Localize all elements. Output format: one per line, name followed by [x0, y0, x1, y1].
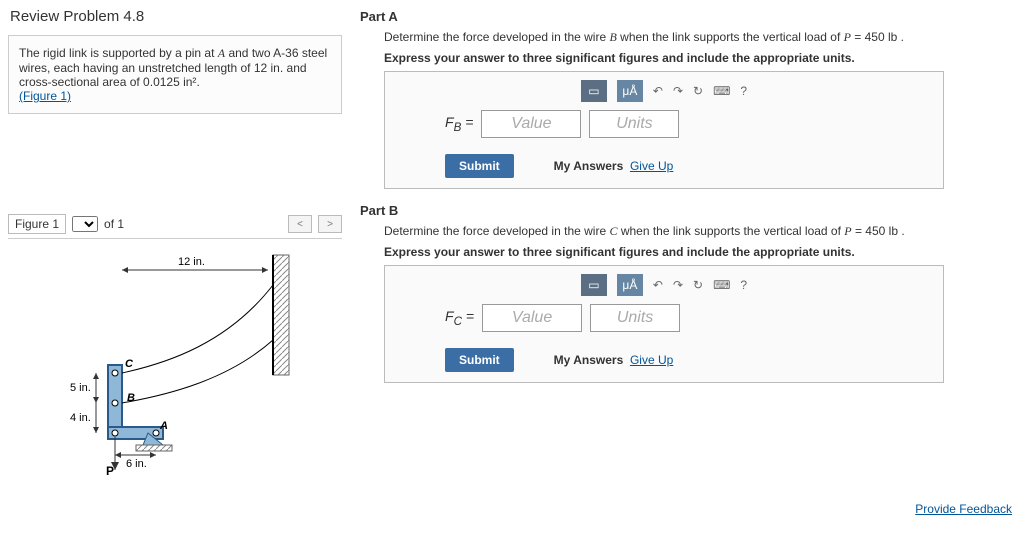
part-b-question: Determine the force developed in the wir…	[384, 224, 1020, 239]
page-title: Review Problem 4.8	[0, 0, 350, 33]
svg-text:5 in.: 5 in.	[70, 382, 91, 394]
undo-icon[interactable]: ↶	[653, 84, 663, 98]
value-input[interactable]: Value	[482, 304, 582, 332]
value-input[interactable]: Value	[481, 110, 581, 138]
provide-feedback-link[interactable]: Provide Feedback	[915, 502, 1012, 516]
unit: in.	[271, 61, 284, 75]
figure-label: Figure 1	[8, 214, 66, 234]
help-button[interactable]: ?	[740, 84, 747, 98]
redo-icon[interactable]: ↷	[673, 278, 683, 292]
svg-text:P: P	[106, 464, 114, 475]
part-b-answer-box: ▭ μÅ ↶ ↷ ↻ ⌨ ? FC = Value Units Submit M…	[384, 265, 944, 383]
var-label-fc: FC =	[445, 308, 474, 328]
svg-text:6 in.: 6 in.	[126, 458, 147, 470]
my-answers-link[interactable]: My Answers	[554, 159, 624, 173]
figure-of: of 1	[104, 217, 124, 231]
redo-icon[interactable]: ↷	[673, 84, 683, 98]
svg-text:C: C	[125, 358, 134, 370]
figure-link[interactable]: (Figure 1)	[19, 89, 71, 103]
submit-button[interactable]: Submit	[445, 348, 514, 372]
template-icon[interactable]: ▭	[581, 274, 607, 296]
give-up-link[interactable]: Give Up	[630, 353, 673, 367]
svg-text:4 in.: 4 in.	[70, 412, 91, 424]
special-chars-button[interactable]: μÅ	[617, 80, 643, 102]
svg-text:B: B	[127, 392, 135, 404]
figure-prev-button[interactable]: <	[288, 215, 312, 233]
text: The rigid link is supported by a pin at	[19, 46, 218, 60]
part-b-title: Part B	[360, 203, 1020, 218]
figure-diagram: 12 in. 5 in. 4 in. 6 in. C B A P	[48, 245, 308, 475]
submit-button[interactable]: Submit	[445, 154, 514, 178]
figure-area: 12 in. 5 in. 4 in. 6 in. C B A P	[8, 238, 342, 488]
keyboard-icon[interactable]: ⌨	[713, 84, 730, 98]
svg-text:A: A	[159, 420, 168, 432]
figure-select[interactable]	[72, 216, 98, 232]
special-chars-button[interactable]: μÅ	[617, 274, 643, 296]
undo-icon[interactable]: ↶	[653, 278, 663, 292]
problem-statement: The rigid link is supported by a pin at …	[8, 35, 342, 114]
units-input[interactable]: Units	[589, 110, 679, 138]
part-a-instruction: Express your answer to three significant…	[384, 51, 1020, 65]
part-a-title: Part A	[360, 9, 1020, 24]
figure-next-button[interactable]: >	[318, 215, 342, 233]
svg-text:12 in.: 12 in.	[178, 256, 205, 268]
my-answers-link[interactable]: My Answers	[554, 353, 624, 367]
part-a-answer-box: ▭ μÅ ↶ ↷ ↻ ⌨ ? FB = Value Units Submit M…	[384, 71, 944, 189]
reset-icon[interactable]: ↻	[693, 278, 703, 292]
template-icon[interactable]: ▭	[581, 80, 607, 102]
keyboard-icon[interactable]: ⌨	[713, 278, 730, 292]
reset-icon[interactable]: ↻	[693, 84, 703, 98]
help-button[interactable]: ?	[740, 278, 747, 292]
give-up-link[interactable]: Give Up	[630, 159, 673, 173]
unit: in²	[183, 75, 196, 89]
part-b-instruction: Express your answer to three significant…	[384, 245, 1020, 259]
part-a-question: Determine the force developed in the wir…	[384, 30, 1020, 45]
var-label-fb: FB =	[445, 114, 473, 134]
units-input[interactable]: Units	[590, 304, 680, 332]
text: .	[196, 75, 199, 89]
